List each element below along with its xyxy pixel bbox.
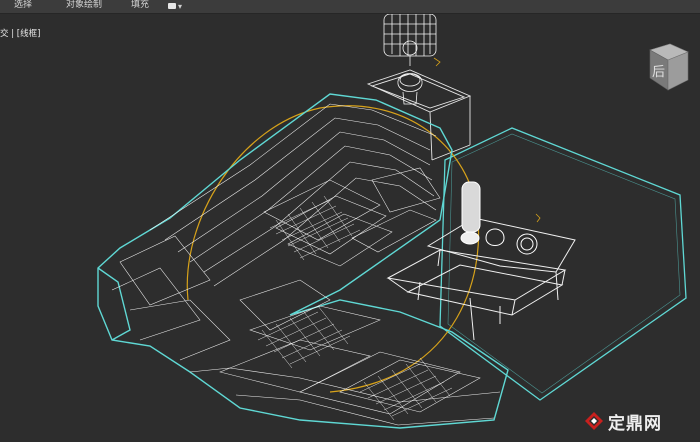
gizmo-orbit — [186, 105, 480, 393]
viewcube-face-label: 后 — [652, 65, 665, 80]
menu-select[interactable]: 选择 — [14, 0, 32, 11]
rug-wireframe — [439, 127, 687, 401]
viewport-dropdown[interactable]: ▾ — [168, 1, 184, 11]
sofa-cushion-grids — [257, 195, 453, 421]
record-icon — [168, 3, 176, 9]
menubar: 选择 对象绘制 填充 ▾ — [0, 0, 700, 14]
viewport-label[interactable]: 交 | [线框] — [0, 27, 40, 39]
watermark-logo-icon — [585, 412, 603, 430]
menu-object-paint[interactable]: 对象绘制 — [66, 0, 102, 11]
sofa-wireframe — [97, 93, 509, 429]
viewport-canvas[interactable] — [0, 14, 700, 442]
menu-fill[interactable]: 填充 — [131, 0, 149, 11]
vase-wireframe — [460, 181, 538, 255]
viewcube[interactable]: 后 — [638, 40, 692, 96]
floor-lamp-wireframe — [383, 14, 437, 105]
watermark-text: 定鼎网 — [608, 413, 662, 434]
side-table-wireframe — [366, 69, 472, 161]
watermark: 定鼎网 — [584, 409, 662, 434]
chevron-down-icon: ▾ — [178, 1, 183, 11]
